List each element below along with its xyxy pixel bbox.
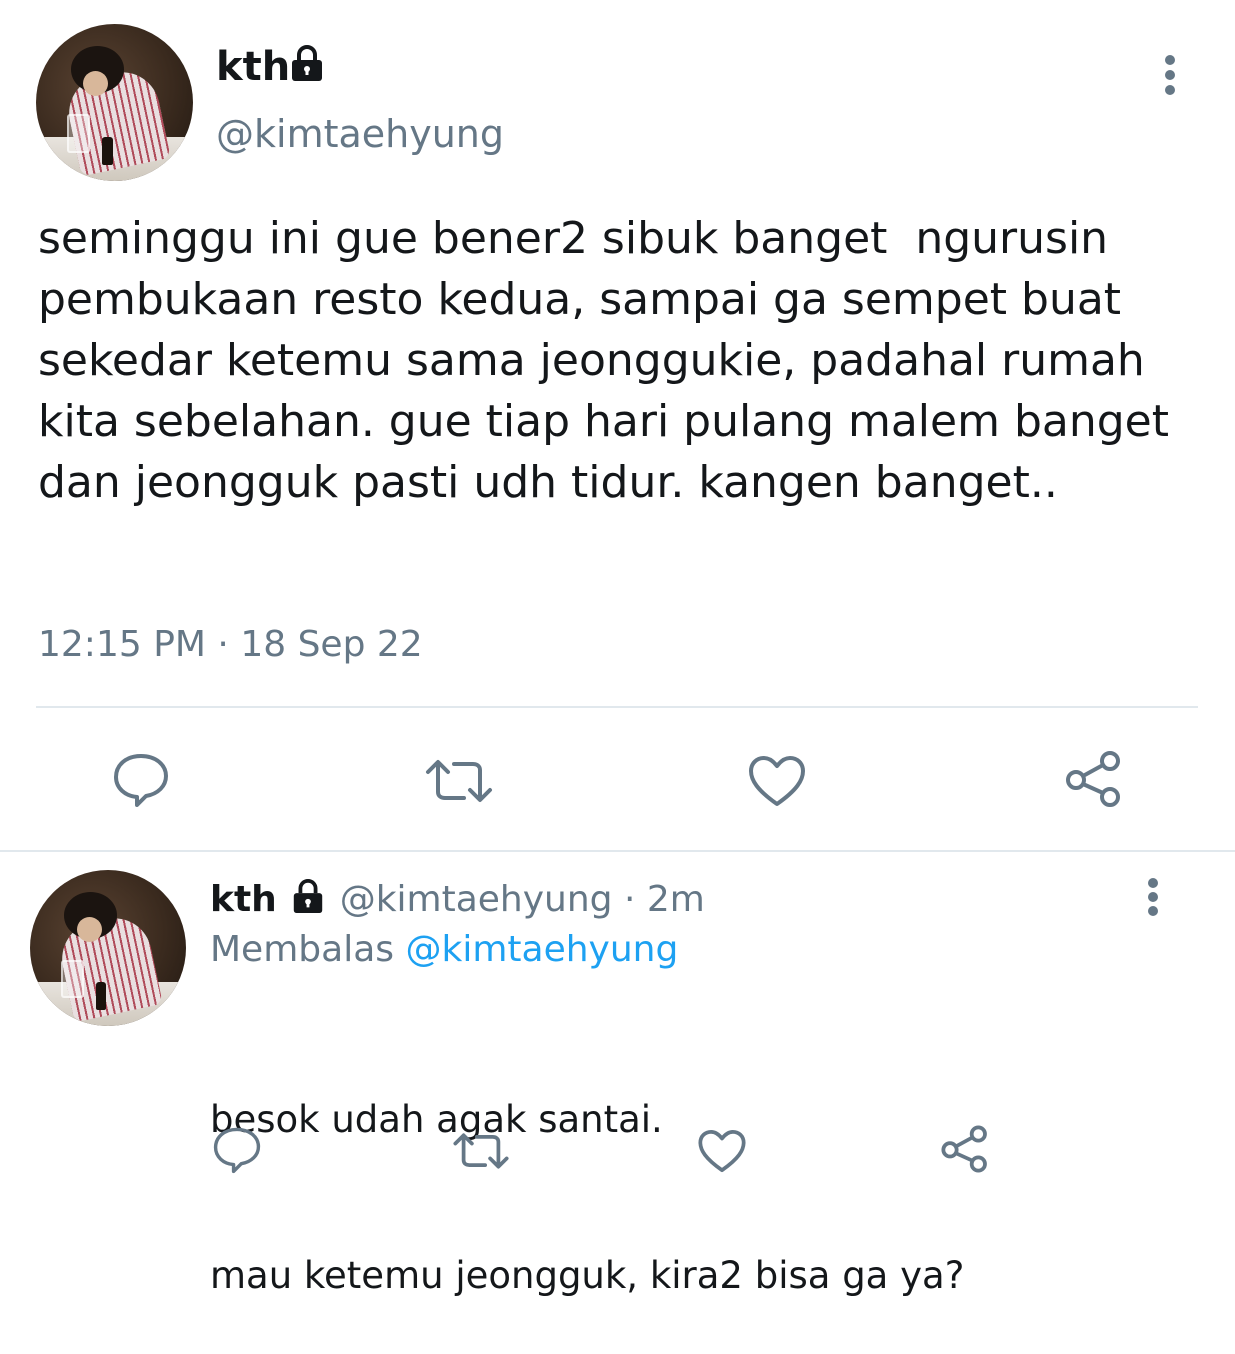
reply-header: kth @kimtaehyung · 2m — [210, 876, 705, 924]
author-avatar[interactable] — [36, 24, 193, 181]
share-icon[interactable] — [940, 1124, 990, 1174]
replying-label: Membalas — [210, 929, 395, 970]
reply-author-avatar[interactable] — [30, 870, 186, 1026]
lock-icon — [292, 45, 322, 81]
reply-text-line: mau ketemu jeongguk, kira2 bisa ga ya? — [210, 1254, 965, 1297]
tweet-text: seminggu ini gue bener2 sibuk banget ngu… — [38, 213, 1183, 508]
more-options-icon[interactable] — [1141, 877, 1165, 919]
lock-icon — [294, 879, 323, 914]
divider — [0, 850, 1235, 852]
like-icon[interactable] — [697, 1128, 747, 1174]
replying-to: Membalas @kimtaehyung — [210, 926, 678, 974]
reply-separator: · — [624, 879, 636, 920]
author-handle[interactable]: @kimtaehyung — [216, 112, 504, 156]
reply-text: besok udah agak santai. mau ketemu jeong… — [210, 990, 1170, 1354]
reply-author-handle[interactable]: @kimtaehyung — [340, 879, 613, 920]
reply-text-line: besok udah agak santai. — [210, 1098, 663, 1141]
reply-icon[interactable] — [212, 1126, 262, 1174]
tweet-date: 18 Sep 22 — [240, 624, 423, 665]
timestamp-separator: · — [217, 624, 229, 665]
divider — [36, 706, 1198, 708]
like-icon[interactable] — [747, 754, 807, 808]
share-icon[interactable] — [1064, 750, 1124, 808]
more-options-icon[interactable] — [1158, 54, 1182, 98]
replying-to-mention[interactable]: @kimtaehyung — [405, 929, 678, 970]
author-display-name[interactable]: kth — [216, 44, 290, 90]
tweet-time: 12:15 PM — [38, 624, 206, 665]
retweet-icon[interactable] — [424, 756, 494, 806]
retweet-icon[interactable] — [452, 1130, 510, 1172]
reply-age: 2m — [646, 879, 705, 920]
reply-author-display-name[interactable]: kth — [210, 879, 277, 920]
tweet-timestamp[interactable]: 12:15 PM · 18 Sep 22 — [38, 624, 423, 665]
reply-icon[interactable] — [112, 752, 170, 808]
